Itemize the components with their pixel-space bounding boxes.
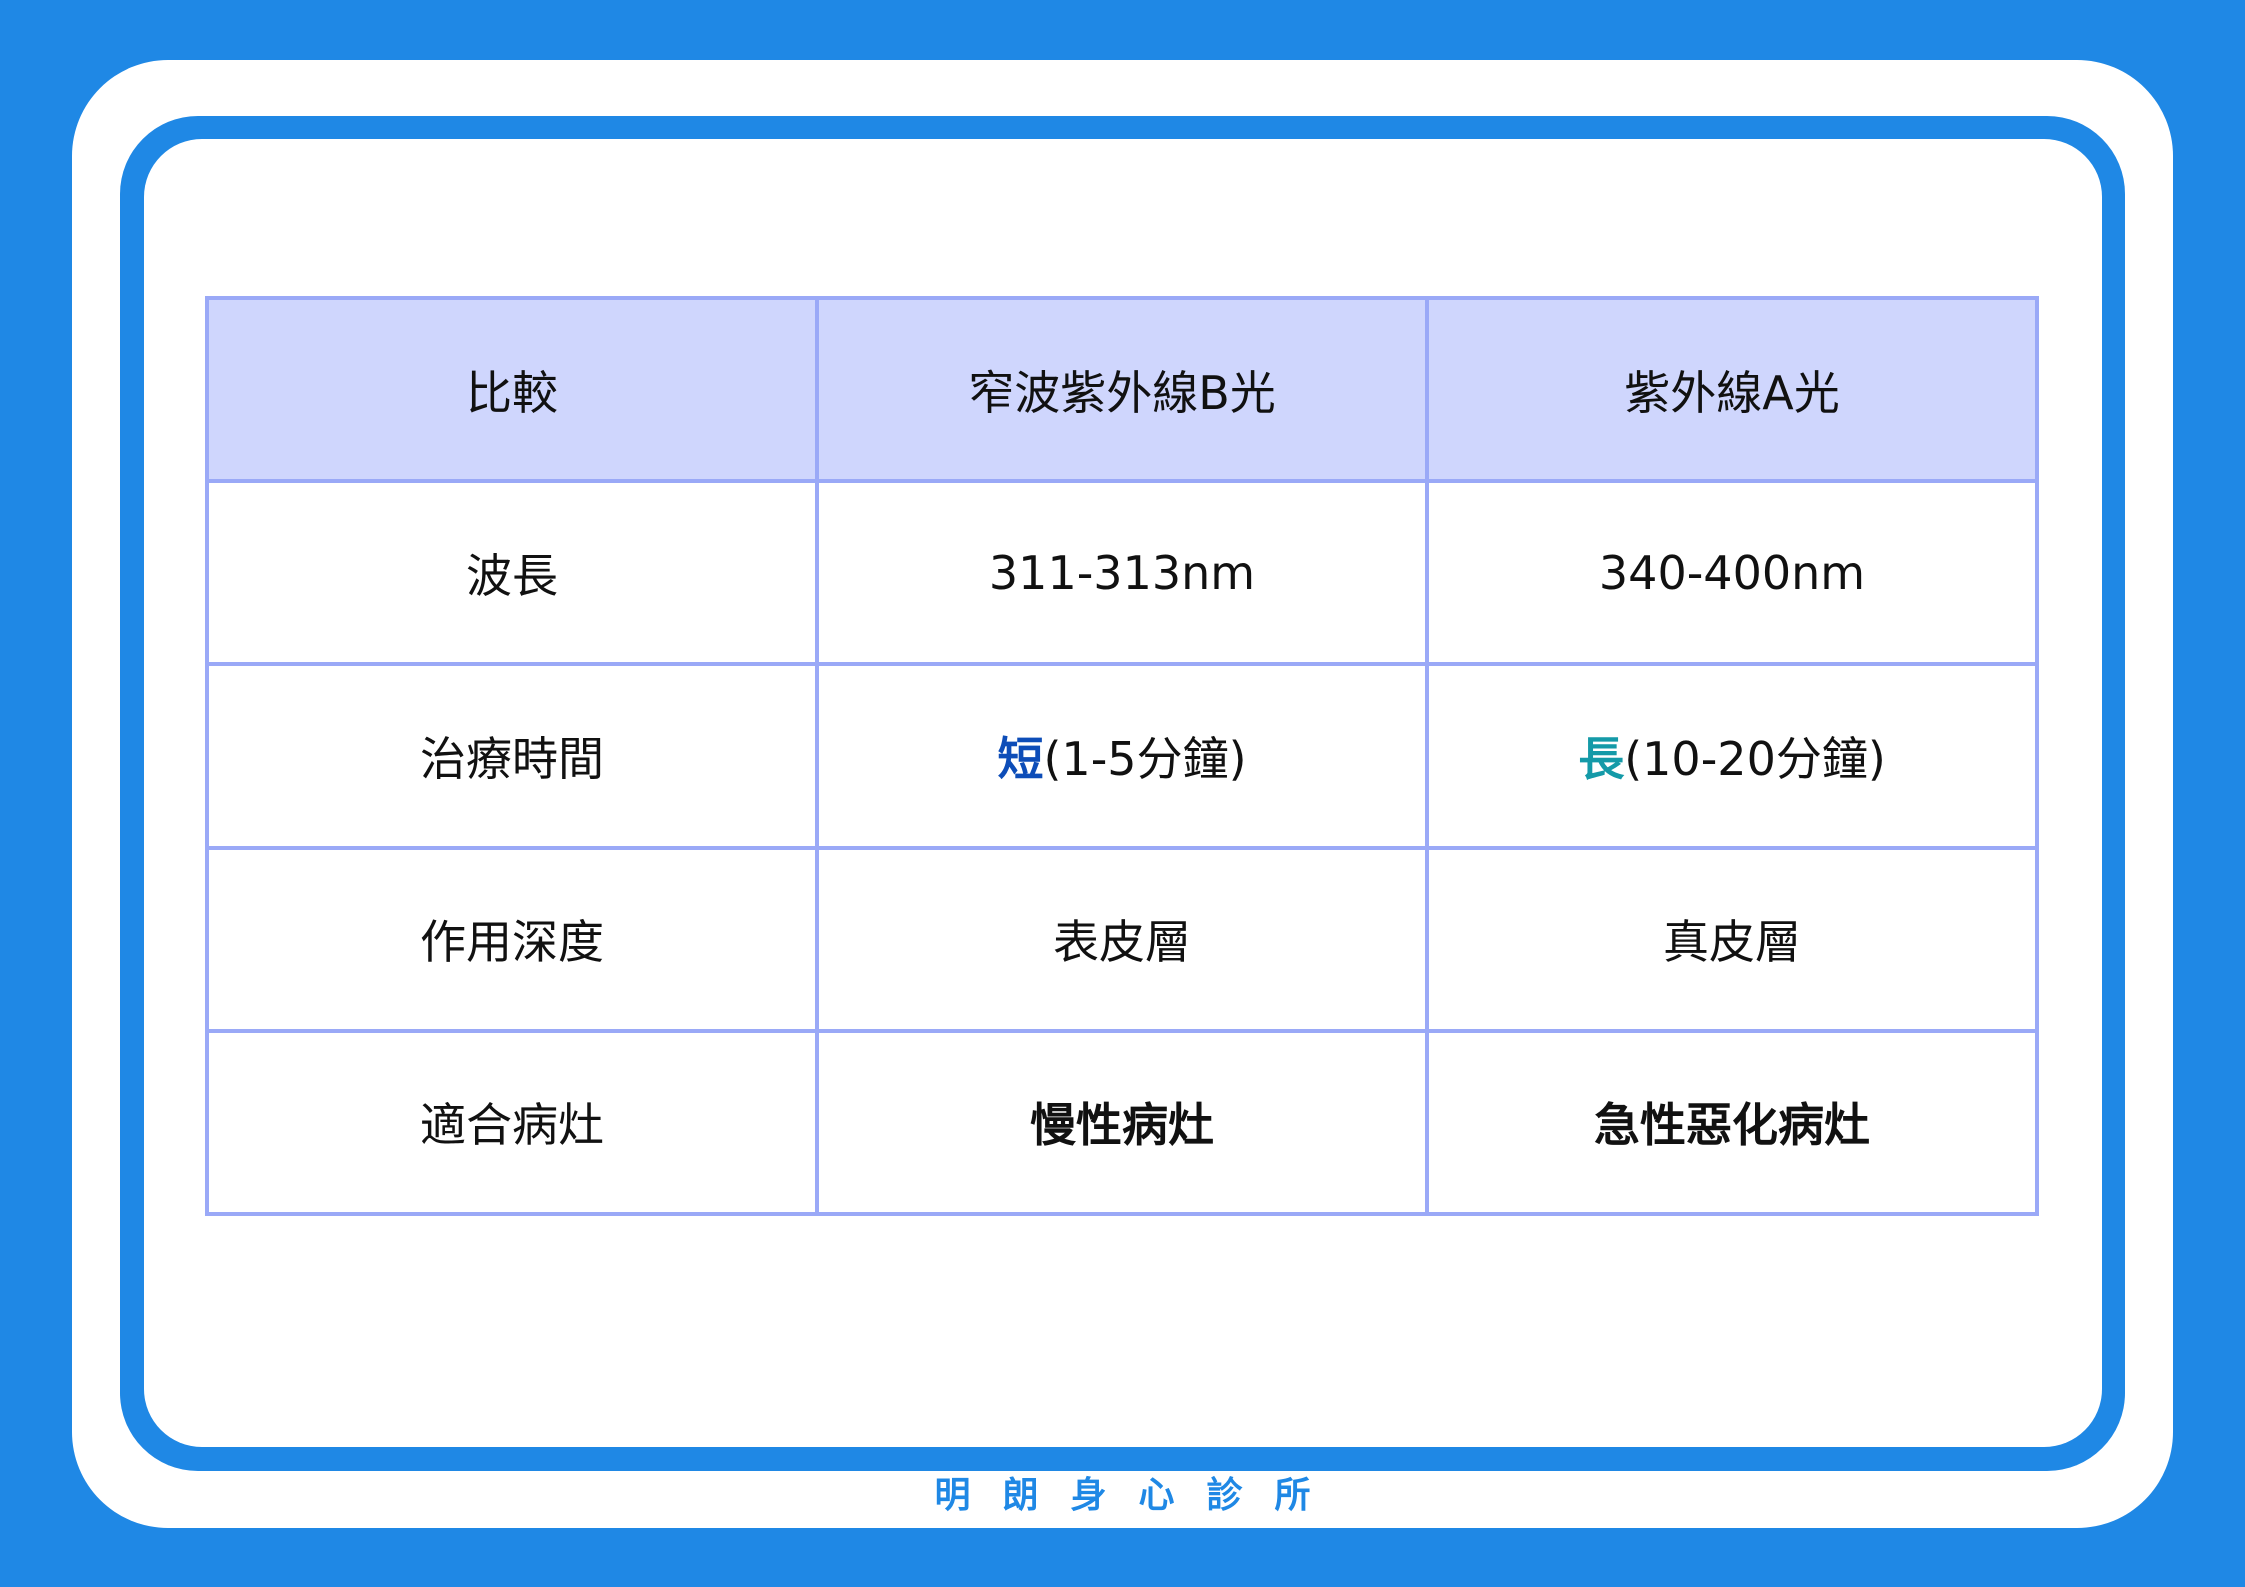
header-uva: 紫外線A光 bbox=[1425, 295, 2039, 484]
cell-uva-wavelength: 340-400nm bbox=[1425, 479, 2039, 667]
cell-uva-time: 長(10-20分鐘) bbox=[1425, 662, 2039, 850]
row-label: 治療時間 bbox=[205, 662, 819, 850]
cell-uvb-wavelength: 311-313nm bbox=[815, 479, 1429, 667]
cell-uvb-depth: 表皮層 bbox=[815, 845, 1429, 1033]
table-header-row: 比較 窄波紫外線B光 紫外線A光 bbox=[205, 295, 2039, 484]
uvb-time-emphasis: 短 bbox=[997, 731, 1044, 786]
row-label: 作用深度 bbox=[205, 845, 819, 1033]
table-row-lesion: 適合病灶 慢性病灶 急性惡化病灶 bbox=[205, 1028, 2039, 1217]
cell-uva-depth: 真皮層 bbox=[1425, 845, 2039, 1033]
cell-uvb-lesion: 慢性病灶 bbox=[815, 1028, 1429, 1217]
cell-uvb-time: 短(1-5分鐘) bbox=[815, 662, 1429, 850]
row-label: 波長 bbox=[205, 479, 819, 667]
cell-uva-lesion: 急性惡化病灶 bbox=[1425, 1028, 2039, 1217]
table-row-depth: 作用深度 表皮層 真皮層 bbox=[205, 845, 2039, 1033]
row-label: 適合病灶 bbox=[205, 1028, 819, 1217]
uva-time-emphasis: 長 bbox=[1578, 731, 1625, 786]
clinic-name: 明朗身心診所 bbox=[934, 1475, 1343, 1516]
comparison-table: 比較 窄波紫外線B光 紫外線A光 波長 311-313nm 340-400nm … bbox=[205, 295, 2039, 1217]
header-uvb: 窄波紫外線B光 bbox=[815, 295, 1429, 484]
uvb-time-detail: (1-5分鐘) bbox=[1043, 731, 1247, 786]
header-compare: 比較 bbox=[205, 295, 819, 484]
table-row-treatment-time: 治療時間 短(1-5分鐘) 長(10-20分鐘) bbox=[205, 662, 2039, 850]
uva-time-detail: (10-20分鐘) bbox=[1624, 731, 1886, 786]
table-row-wavelength: 波長 311-313nm 340-400nm bbox=[205, 479, 2039, 667]
